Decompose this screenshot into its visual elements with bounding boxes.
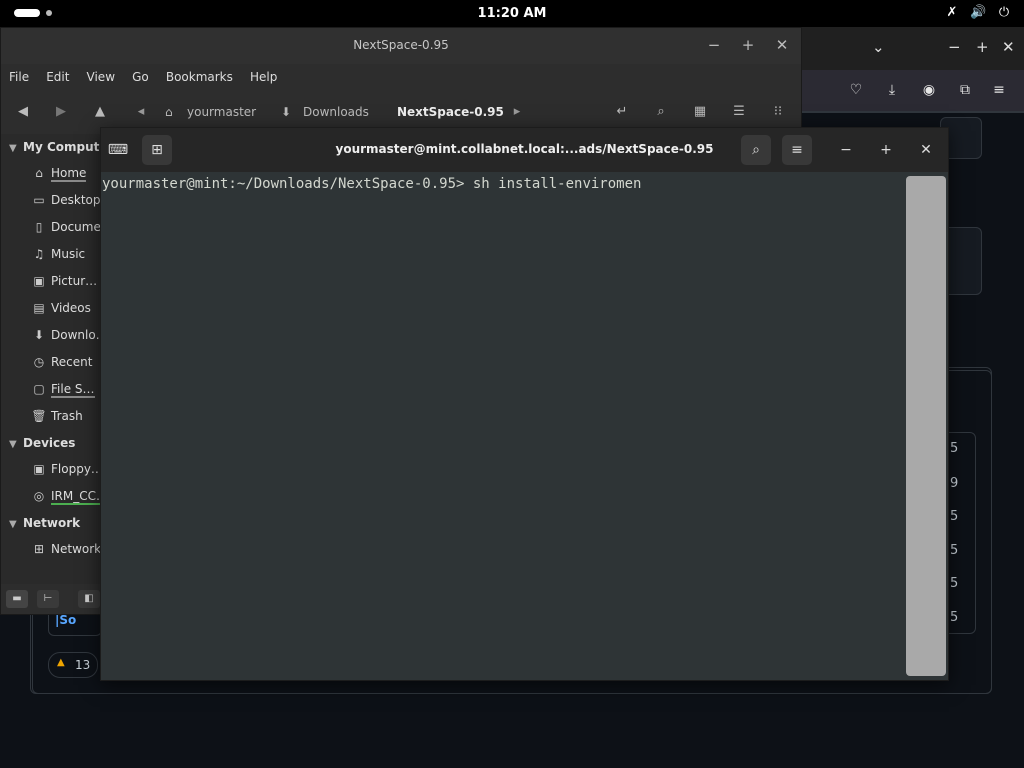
browser-tab-bar: ⌄ − + ✕ <box>800 27 1024 70</box>
compact-view-icon[interactable]: ⁝⁝ <box>768 102 788 122</box>
minimize-icon[interactable]: − <box>831 135 861 165</box>
close-icon[interactable]: ✕ <box>771 36 793 54</box>
terminal-body[interactable]: yourmaster@mint:~/Downloads/NextSpace-0.… <box>101 172 948 680</box>
menu-bar: File Edit View Go Bookmarks Help <box>1 64 801 90</box>
documents-icon: ▯ <box>35 220 43 234</box>
tab-list-chevron-icon[interactable]: ⌄ <box>872 38 885 56</box>
pocket-icon[interactable]: ♡ <box>846 80 866 100</box>
network-icon: ⊞ <box>33 542 45 556</box>
menu-go[interactable]: Go <box>124 64 149 90</box>
search-icon[interactable]: ⌕ <box>651 102 671 122</box>
minimize-icon[interactable]: − <box>703 36 725 54</box>
menu-view[interactable]: View <box>79 64 115 90</box>
menu-icon[interactable]: ≡ <box>989 80 1009 100</box>
maximize-icon[interactable]: + <box>737 36 759 54</box>
download-icon: ⬇ <box>281 105 292 119</box>
section-devices[interactable]: ▼ Devices <box>9 436 75 450</box>
menu-edit[interactable]: Edit <box>38 64 69 90</box>
sidebar-item-videos[interactable]: ▤ Videos <box>31 301 91 315</box>
clock[interactable]: 11:20 AM <box>0 6 1024 21</box>
terminal-scrollbar[interactable] <box>906 176 946 676</box>
menu-icon[interactable]: ≡ <box>782 135 812 165</box>
sidebar-item-cdrom[interactable]: ◎ IRM_CC… <box>31 489 108 505</box>
pictures-icon: ▣ <box>33 274 45 288</box>
list-view-icon[interactable]: ☰ <box>729 102 749 122</box>
terminal-title: yourmaster@mint.collabnet.local:...ads/N… <box>335 142 714 156</box>
breadcrumb-home[interactable]: ⌂ yourmaster <box>165 96 256 128</box>
browser-toolbar: ♡ ⤓ ◉ ⧉ ≡ <box>800 70 1024 111</box>
collapse-arrow-icon: ▼ <box>9 519 17 530</box>
sidebar-item-floppy[interactable]: ▣ Floppy… <box>31 462 103 476</box>
tree-view-icon[interactable]: ⊢ <box>37 590 59 608</box>
menu-help[interactable]: Help <box>242 64 277 90</box>
terminal-window: ⌨ ⊞ yourmaster@mint.collabnet.local:...a… <box>100 127 949 681</box>
menu-file[interactable]: File <box>1 64 29 90</box>
breadcrumb-right-icon[interactable]: ▸ <box>507 102 527 122</box>
terminal-header[interactable]: ⌨ ⊞ yourmaster@mint.collabnet.local:...a… <box>101 128 948 172</box>
account-icon[interactable]: ◉ <box>919 80 939 100</box>
download-icon[interactable]: ⤓ <box>882 80 902 100</box>
window-title: NextSpace-0.95 <box>353 38 449 52</box>
music-icon: ♫ <box>33 247 45 261</box>
up-arrow-icon[interactable]: ▲ <box>90 102 110 122</box>
sidebar-item-pictures[interactable]: ▣ Pictur… <box>31 274 97 288</box>
back-arrow-icon[interactable]: ◀ <box>13 102 33 122</box>
volume-icon: 🔊 <box>970 5 987 20</box>
forward-arrow-icon[interactable]: ▶ <box>51 102 71 122</box>
minimize-icon[interactable]: − <box>948 38 961 56</box>
maximize-icon[interactable]: + <box>976 38 989 56</box>
system-top-bar: 11:20 AM ✗ 🔊 ⏻ <box>0 0 1024 27</box>
system-tray[interactable]: ✗ 🔊 ⏻ <box>944 4 1012 22</box>
new-tab-icon[interactable]: ⊞ <box>142 135 172 165</box>
floppy-icon: ▣ <box>33 462 45 476</box>
sidebar-item-home[interactable]: ⌂ Home <box>31 166 87 182</box>
home-icon: ⌂ <box>35 166 43 180</box>
download-icon: ⬇ <box>33 328 45 342</box>
sidebar-item-desktop[interactable]: ▭ Desktop <box>31 193 100 207</box>
close-icon[interactable]: ✕ <box>911 135 941 165</box>
typed-command: sh install-enviromen <box>472 176 642 192</box>
navigation-bar: ◀ ▶ ▲ ◂ ⌂ yourmaster ⬇ Downloads NextSpace… <box>1 94 801 130</box>
window-controls: − + ✕ <box>703 36 793 54</box>
sidebar-item-network[interactable]: ⊞ Network <box>31 542 101 556</box>
terminal-icon: ⌨ <box>107 142 129 158</box>
clock-icon: ◷ <box>33 355 45 369</box>
disc-icon: ◎ <box>33 489 45 503</box>
icon-view-icon[interactable]: ▦ <box>690 102 710 122</box>
breadcrumb-current[interactable]: NextSpace-0.95 <box>397 96 504 128</box>
power-icon: ⏻ <box>998 5 1010 20</box>
page-divider <box>800 111 1024 113</box>
collapse-arrow-icon: ▼ <box>9 143 17 154</box>
maximize-icon[interactable]: + <box>871 135 901 165</box>
desktop-icon: ▭ <box>33 193 45 207</box>
videos-icon: ▤ <box>33 301 45 315</box>
extensions-icon[interactable]: ⧉ <box>955 80 975 100</box>
shell-prompt: yourmaster@mint:~/Downloads/NextSpace-0.… <box>102 176 473 192</box>
sidebar-item-downloads[interactable]: ⬇ Downlo… <box>31 328 108 342</box>
toggle-sidebar-icon[interactable]: ◧ <box>78 590 100 608</box>
sidebar-item-music[interactable]: ♫ Music <box>31 247 86 261</box>
sidebar-item-recent[interactable]: ◷ Recent <box>31 355 93 369</box>
command-line: yourmaster@mint:~/Downloads/NextSpace-0.… <box>102 176 641 192</box>
no-network-icon: ✗ <box>946 5 958 20</box>
places-sidebar: ▼ My Computer ⌂ Home ▭ Desktop ▯ Docume… ♫ Mu… <box>1 134 113 584</box>
home-icon: ⌂ <box>165 105 173 119</box>
breadcrumb-downloads[interactable]: ⬇ Downloads <box>281 96 369 128</box>
section-my-computer[interactable]: ▼ My Computer <box>9 140 113 154</box>
toggle-location-icon[interactable]: ↵ <box>612 102 632 122</box>
sidebar-bottom-bar: ▬ ⊢ ◧ <box>1 584 101 614</box>
section-network[interactable]: ▼ Network <box>9 516 80 530</box>
sidebar-item-file-system[interactable]: ▢ File S… <box>31 382 95 398</box>
sidebar-item-trash[interactable]: 🗑 Trash <box>31 409 82 423</box>
search-icon[interactable]: ⌕ <box>741 135 771 165</box>
places-view-icon[interactable]: ▬ <box>6 590 28 608</box>
trash-icon: 🗑 <box>31 409 47 423</box>
drive-icon: ▢ <box>33 382 45 396</box>
file-manager-titlebar[interactable]: NextSpace-0.95 − + ✕ <box>1 28 801 64</box>
close-icon[interactable]: ✕ <box>1002 38 1015 56</box>
breadcrumb-left-icon[interactable]: ◂ <box>131 102 151 122</box>
collapse-arrow-icon: ▼ <box>9 439 17 450</box>
menu-bookmarks[interactable]: Bookmarks <box>158 64 233 90</box>
